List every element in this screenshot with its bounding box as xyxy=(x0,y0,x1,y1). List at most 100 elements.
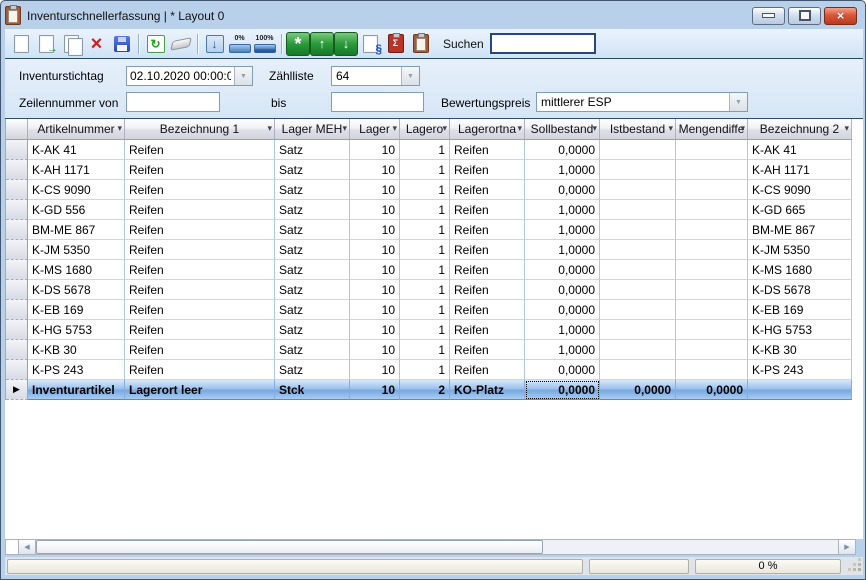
filter-arrow-icon[interactable]: ▾ xyxy=(517,123,522,134)
grid-cell[interactable]: Reifen xyxy=(450,180,525,200)
stichtag-input[interactable] xyxy=(127,67,234,85)
grid-cell[interactable]: K-DS 5678 xyxy=(28,280,125,300)
grid-row[interactable]: K-JM 5350ReifenSatz101Reifen1,0000K-JM 5… xyxy=(6,240,852,260)
grid-cell[interactable]: Inventurartikel xyxy=(28,380,125,400)
grid-cell[interactable]: Reifen xyxy=(125,240,275,260)
row-gutter[interactable] xyxy=(6,240,28,260)
row-gutter[interactable] xyxy=(6,300,28,320)
grid-cell[interactable]: 10 xyxy=(350,360,400,380)
protocol-icon[interactable]: § xyxy=(358,32,383,56)
grid-cell[interactable]: Satz xyxy=(275,300,350,320)
grid-row[interactable]: K-EB 169ReifenSatz101Reifen0,0000K-EB 16… xyxy=(6,300,852,320)
grid-cell[interactable]: 1,0000 xyxy=(525,240,600,260)
grid-cell[interactable]: 1,0000 xyxy=(525,160,600,180)
grid-cell[interactable] xyxy=(600,300,676,320)
grid-cell[interactable]: 0,0000 xyxy=(525,180,600,200)
grid-row[interactable]: K-AH 1171ReifenSatz101Reifen1,0000K-AH 1… xyxy=(6,160,852,180)
grid-cell[interactable] xyxy=(676,160,748,180)
grid-cell[interactable]: 1 xyxy=(400,340,450,360)
grid-cell[interactable]: Reifen xyxy=(450,140,525,160)
scrollbar-splitter-box[interactable] xyxy=(6,540,19,554)
grid-cell[interactable]: 10 xyxy=(350,380,400,400)
grid-cell[interactable]: Reifen xyxy=(450,300,525,320)
grid-cell[interactable] xyxy=(676,220,748,240)
row-gutter[interactable] xyxy=(6,360,28,380)
new-document-icon[interactable] xyxy=(9,32,34,56)
grid-cell[interactable]: 0,0000 xyxy=(525,300,600,320)
stichtag-field[interactable]: ▼ xyxy=(126,66,253,86)
column-header-artikelnummer[interactable]: Artikelnummer▾ xyxy=(28,119,125,140)
grid-cell[interactable]: Satz xyxy=(275,320,350,340)
process-all-icon[interactable]: * xyxy=(286,32,310,56)
grid-cell[interactable]: 1,0000 xyxy=(525,220,600,240)
grid-cell[interactable]: 10 xyxy=(350,320,400,340)
grid-cell[interactable]: 1 xyxy=(400,280,450,300)
grid-cell[interactable]: 1 xyxy=(400,180,450,200)
grid-cell[interactable]: Reifen xyxy=(125,300,275,320)
grid-cell[interactable]: 10 xyxy=(350,260,400,280)
horizontal-scrollbar[interactable]: ◀ ▶ xyxy=(5,539,856,555)
move-down-icon[interactable]: ↓ xyxy=(334,32,358,56)
grid-cell[interactable]: 0,0000 xyxy=(600,380,676,400)
grid-cell[interactable] xyxy=(676,200,748,220)
grid-cell[interactable]: 1 xyxy=(400,360,450,380)
grid-cell[interactable] xyxy=(600,200,676,220)
grid-cell[interactable]: 1 xyxy=(400,220,450,240)
grid-cell[interactable]: Reifen xyxy=(450,280,525,300)
column-header-sollbestand[interactable]: Sollbestand▾ xyxy=(525,119,600,140)
hundred-percent-icon[interactable]: 100% xyxy=(252,32,277,56)
filter-arrow-icon[interactable]: ▾ xyxy=(392,123,397,134)
close-button[interactable]: × xyxy=(824,7,857,25)
grid-cell[interactable] xyxy=(600,360,676,380)
column-header-mengendiffe[interactable]: Mengendiffe▾ xyxy=(676,119,748,140)
grid-cell[interactable]: 2 xyxy=(400,380,450,400)
grid-cell[interactable]: Reifen xyxy=(450,320,525,340)
row-gutter[interactable] xyxy=(6,160,28,180)
row-gutter[interactable] xyxy=(6,140,28,160)
filter-arrow-icon[interactable]: ▾ xyxy=(740,123,745,134)
grid-cell[interactable]: Reifen xyxy=(125,360,275,380)
grid-cell[interactable]: K-AH 1171 xyxy=(748,160,852,180)
grid-row[interactable]: K-MS 1680ReifenSatz101Reifen0,0000K-MS 1… xyxy=(6,260,852,280)
grid-cell[interactable] xyxy=(676,340,748,360)
maximize-button[interactable] xyxy=(788,7,821,25)
grid-cell[interactable]: Reifen xyxy=(450,260,525,280)
grid-cell[interactable]: K-HG 5753 xyxy=(748,320,852,340)
grid-cell[interactable] xyxy=(600,140,676,160)
grid-cell[interactable]: Satz xyxy=(275,260,350,280)
zeilennummer-bis-field[interactable] xyxy=(331,92,424,112)
resize-grip[interactable] xyxy=(849,559,863,573)
grid-cell[interactable]: K-CS 9090 xyxy=(748,180,852,200)
grid-cell[interactable]: K-KB 30 xyxy=(748,340,852,360)
move-up-icon[interactable]: ↑ xyxy=(310,32,334,56)
grid-cell[interactable]: Reifen xyxy=(450,220,525,240)
zaehlliste-combo[interactable]: 64 ▼ xyxy=(331,66,420,86)
column-header-lager-meh[interactable]: Lager MEH▾ xyxy=(275,119,350,140)
grid-cell[interactable]: Reifen xyxy=(125,180,275,200)
grid-cell[interactable] xyxy=(600,240,676,260)
delete-icon[interactable]: × xyxy=(84,32,109,56)
zeilennummer-von-field[interactable] xyxy=(126,92,220,112)
save-icon[interactable] xyxy=(109,32,134,56)
eraser-icon[interactable] xyxy=(168,32,193,56)
grid-cell[interactable]: 0,0000 xyxy=(525,360,600,380)
grid-cell[interactable]: 1,0000 xyxy=(525,200,600,220)
grid-cell[interactable]: Reifen xyxy=(450,240,525,260)
grid-cell[interactable]: 10 xyxy=(350,160,400,180)
grid-cell[interactable]: Satz xyxy=(275,240,350,260)
grid-cell[interactable]: 1 xyxy=(400,260,450,280)
grid-cell[interactable]: K-KB 30 xyxy=(28,340,125,360)
grid-cell[interactable]: 1 xyxy=(400,300,450,320)
row-gutter[interactable] xyxy=(6,200,28,220)
open-document-icon[interactable]: → xyxy=(34,32,59,56)
grid-cell[interactable] xyxy=(676,280,748,300)
filter-arrow-icon[interactable]: ▾ xyxy=(267,123,272,134)
column-header-lagero[interactable]: Lagero▾ xyxy=(400,119,450,140)
grid-row[interactable]: ▶InventurartikelLagerort leerStck102KO-P… xyxy=(6,380,852,400)
grid-cell[interactable]: 1 xyxy=(400,240,450,260)
row-gutter[interactable] xyxy=(6,260,28,280)
scrollbar-track[interactable] xyxy=(543,540,838,554)
grid-row[interactable]: K-AK 41ReifenSatz101Reifen0,0000K-AK 41 xyxy=(6,140,852,160)
grid-cell[interactable]: K-DS 5678 xyxy=(748,280,852,300)
grid-cell[interactable]: Reifen xyxy=(450,160,525,180)
